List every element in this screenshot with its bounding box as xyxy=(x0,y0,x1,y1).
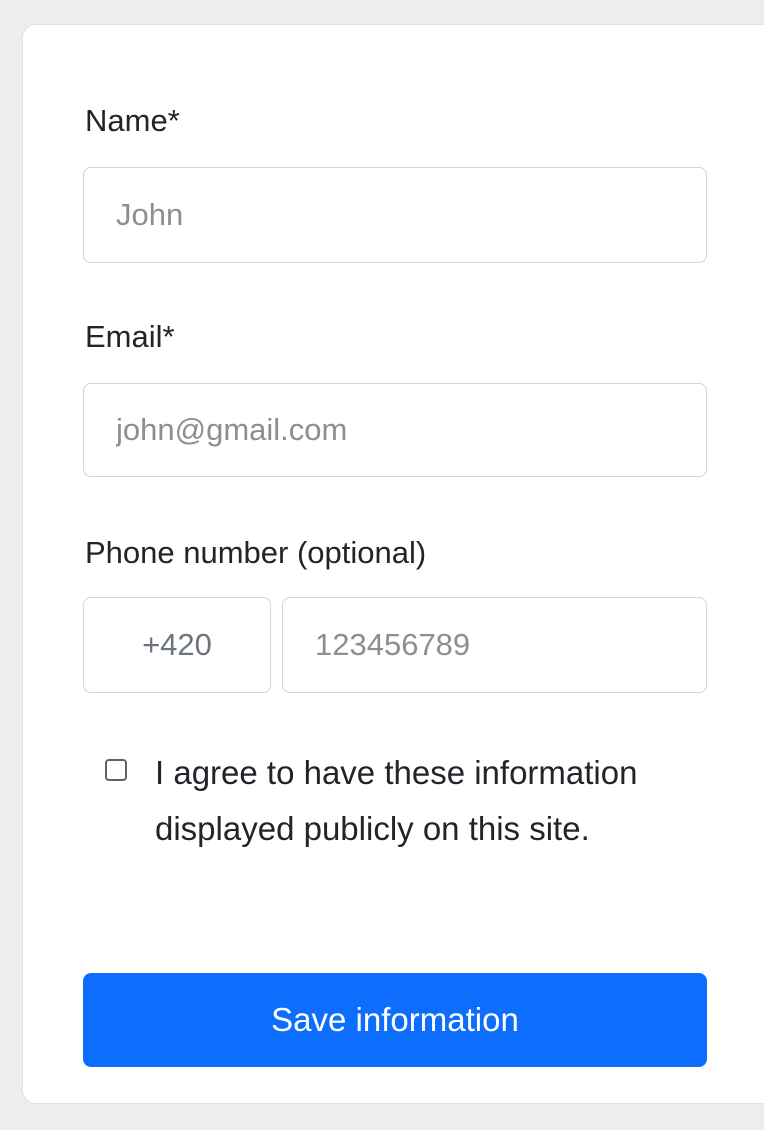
form-card: Name* Email* Phone number (optional) +42… xyxy=(22,24,764,1104)
email-label: Email* xyxy=(85,319,175,354)
consent-label[interactable]: I agree to have these information displa… xyxy=(155,745,715,857)
email-input[interactable] xyxy=(83,383,707,477)
save-information-button[interactable]: Save information xyxy=(83,973,707,1067)
consent-checkbox[interactable] xyxy=(105,759,127,781)
phone-prefix: +420 xyxy=(83,597,271,693)
name-label: Name* xyxy=(85,103,180,138)
phone-label: Phone number (optional) xyxy=(85,535,427,570)
phone-input[interactable] xyxy=(282,597,707,693)
name-input[interactable] xyxy=(83,167,707,263)
